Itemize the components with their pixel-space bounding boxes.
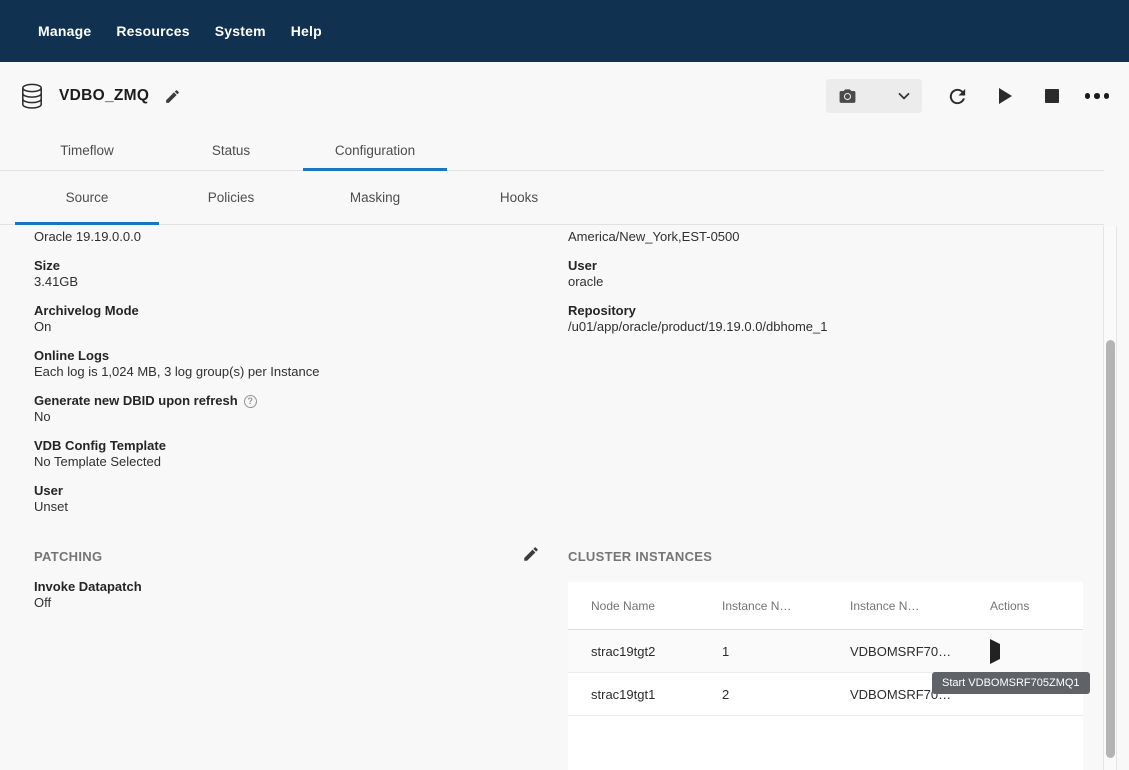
detail-user-right: User oracle [568, 258, 1083, 290]
detail-timezone: America/New_York,EST-0500 [568, 229, 1083, 245]
start-instance-tooltip: Start VDBOMSRF705ZMQ1 [932, 672, 1090, 694]
detail-invoke-datapatch: Invoke Datapatch Off [34, 579, 142, 611]
cell-node-name: strac19tgt2 [568, 644, 722, 659]
detail-generate-new-dbid: Generate new DBID upon refresh No [34, 393, 534, 425]
refresh-button[interactable] [946, 85, 969, 108]
ellipsis-icon [1085, 93, 1091, 99]
stop-icon [1045, 89, 1059, 103]
patching-section-title: PATCHING [34, 549, 142, 564]
detail-user-left: User Unset [34, 483, 534, 515]
chevron-down-icon [898, 92, 910, 100]
tab-timeflow[interactable]: Timeflow [15, 130, 159, 170]
cell-actions [980, 644, 1083, 659]
subtab-policies[interactable]: Policies [159, 171, 303, 224]
details-right-column: America/New_York,EST-0500 User oracle Re… [568, 229, 1083, 348]
cell-instance-name: VDBOMSRF70… [850, 644, 980, 659]
vertical-scrollbar-track[interactable] [1103, 226, 1117, 770]
detail-online-logs: Online Logs Each log is 1,024 MB, 3 log … [34, 348, 534, 380]
cell-instance-number: 1 [722, 644, 850, 659]
action-toolbar [826, 79, 1112, 113]
help-icon[interactable] [244, 395, 257, 408]
database-icon [20, 83, 44, 110]
nav-item-system[interactable]: System [215, 23, 266, 39]
details-left-column: Oracle 19.19.0.0.0 Size 3.41GB Archivelo… [34, 229, 534, 528]
page: Manage Resources System Help VDBO_ZMQ [0, 0, 1129, 770]
detail-repository: Repository /u01/app/oracle/product/19.19… [568, 303, 1083, 335]
page-title: VDBO_ZMQ [59, 87, 149, 105]
nav-item-resources[interactable]: Resources [116, 23, 189, 39]
patching-section: PATCHING Invoke Datapatch Off [34, 549, 142, 624]
vertical-scrollbar-thumb[interactable] [1106, 340, 1115, 758]
tab-configuration[interactable]: Configuration [303, 130, 447, 170]
column-header-instance-number: Instance N… [722, 599, 850, 613]
start-button[interactable] [999, 88, 1012, 104]
tab-status[interactable]: Status [159, 130, 303, 170]
edit-title-pencil-icon[interactable] [164, 88, 181, 105]
column-header-node-name: Node Name [568, 599, 722, 613]
config-subtabs: Source Policies Masking Hooks [0, 171, 1104, 225]
detail-db-version: Oracle 19.19.0.0.0 [34, 229, 534, 245]
detail-archivelog-mode: Archivelog Mode On [34, 303, 534, 335]
nav-item-help[interactable]: Help [291, 23, 322, 39]
column-header-instance-name: Instance N… [850, 599, 980, 613]
nav-item-manage[interactable]: Manage [38, 23, 91, 39]
subtab-source[interactable]: Source [15, 171, 159, 224]
snapshot-button[interactable] [826, 79, 922, 113]
detail-size: Size 3.41GB [34, 258, 534, 290]
subtab-hooks[interactable]: Hooks [447, 171, 591, 224]
subtab-masking[interactable]: Masking [303, 171, 447, 224]
play-icon [999, 88, 1012, 104]
cell-instance-number: 2 [722, 687, 850, 702]
cell-node-name: strac19tgt1 [568, 687, 722, 702]
table-row: strac19tgt2 1 VDBOMSRF70… [568, 630, 1083, 673]
cluster-instances-section-title: CLUSTER INSTANCES [568, 549, 712, 564]
row-start-play-icon[interactable] [990, 639, 1000, 664]
column-header-actions: Actions [980, 599, 1083, 613]
header-bar: VDBO_ZMQ [0, 62, 1129, 130]
table-header-row: Node Name Instance N… Instance N… Action… [568, 582, 1083, 630]
camera-icon [838, 87, 857, 106]
more-actions-button[interactable] [1085, 93, 1110, 99]
stop-button[interactable] [1045, 89, 1059, 103]
main-tabs: Timeflow Status Configuration [0, 130, 1104, 171]
detail-vdb-config-template: VDB Config Template No Template Selected [34, 438, 534, 470]
top-nav-bar: Manage Resources System Help [0, 0, 1129, 62]
patching-edit-pencil-icon[interactable] [522, 545, 540, 563]
